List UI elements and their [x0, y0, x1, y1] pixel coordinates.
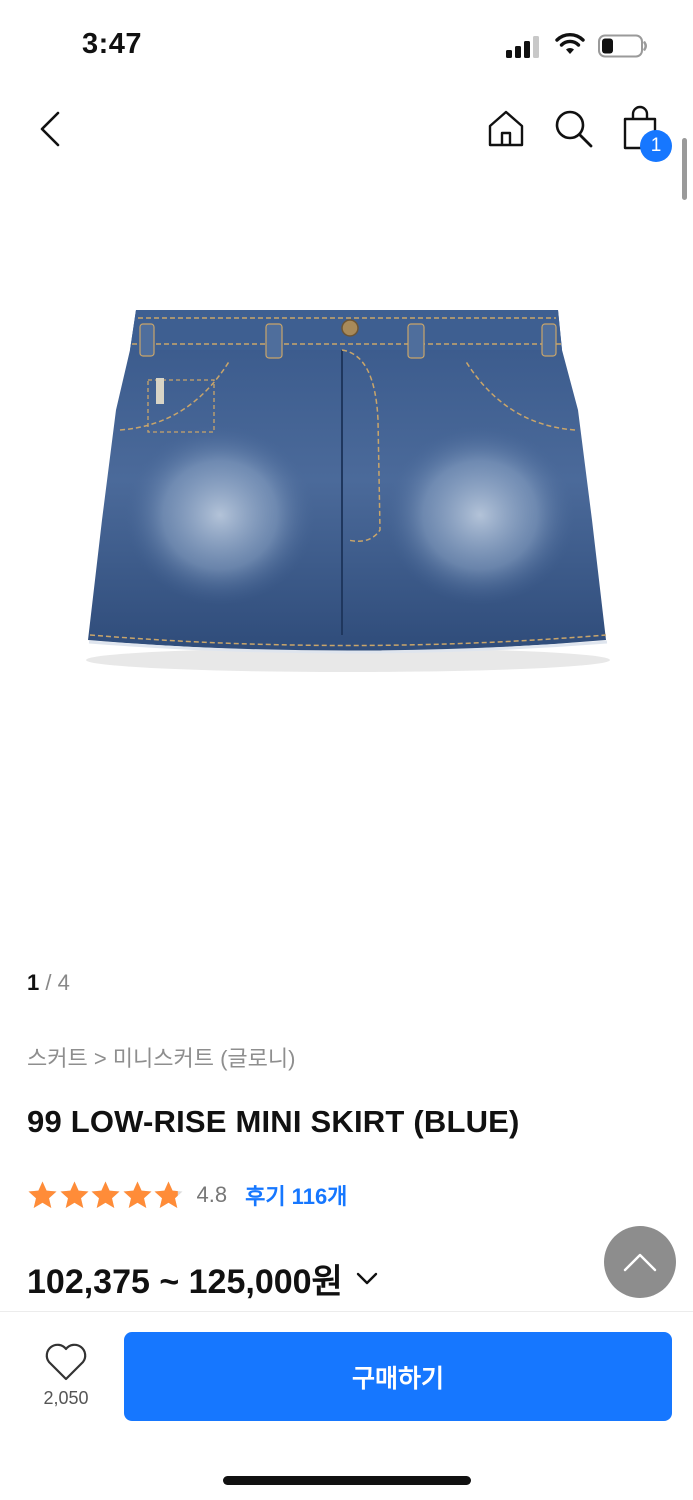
star-icon — [28, 1181, 57, 1208]
product-image-carousel[interactable] — [0, 200, 693, 960]
image-counter-separator: / — [39, 970, 58, 995]
scrollbar[interactable] — [682, 138, 687, 200]
cart-button[interactable]: 1 — [618, 103, 678, 163]
price-range: 102,375 ~ 125,000원 — [27, 1263, 343, 1301]
product-image — [86, 310, 610, 672]
breadcrumb[interactable]: 스커트 > 미니스커트 (글로니) — [27, 1041, 295, 1073]
cellular-signal-icon — [506, 34, 544, 58]
product-title: 99 LOW-RISE MINI SKIRT (BLUE) — [27, 1104, 520, 1139]
buy-button[interactable]: 구매하기 — [124, 1332, 672, 1421]
cart-count-badge: 1 — [640, 130, 672, 162]
chevron-down-icon[interactable] — [355, 1271, 379, 1287]
rating-stars — [27, 1180, 185, 1210]
top-nav: 1 — [0, 95, 693, 165]
image-counter-current: 1 — [27, 970, 40, 995]
scroll-to-top-button[interactable] — [604, 1226, 676, 1298]
search-icon[interactable] — [552, 107, 594, 149]
reviews-link[interactable]: 후기 116개 — [245, 1179, 347, 1211]
star-icon — [123, 1181, 151, 1208]
like-count: 2,050 — [43, 1388, 89, 1408]
like-button[interactable]: 2,050 — [22, 1342, 110, 1422]
price-row[interactable]: 102,375 ~ 125,000원 — [27, 1254, 379, 1303]
chevron-up-icon — [623, 1253, 657, 1272]
star-icon — [60, 1181, 88, 1208]
battery-icon — [598, 34, 647, 58]
rating-row: 4.8 후기 116개 — [27, 1178, 347, 1212]
status-time: 3:47 — [82, 28, 143, 60]
star-icon — [91, 1181, 120, 1208]
wifi-icon — [555, 33, 585, 54]
heart-icon — [45, 1343, 87, 1381]
star-icon — [154, 1181, 183, 1208]
rating-value: 4.8 — [196, 1182, 228, 1207]
image-counter-total: 4 — [57, 970, 70, 995]
image-counter: 1 / 4 — [27, 970, 70, 996]
product-page: 3:47 1 1 / 4 스커트 > 미니스커트 (글로니) 99 LOW-RI… — [0, 0, 693, 1500]
home-icon[interactable] — [486, 108, 526, 148]
status-bar: 3:47 — [0, 0, 693, 90]
home-indicator[interactable] — [223, 1476, 471, 1485]
bottom-action-bar: 2,050 구매하기 — [0, 1311, 693, 1500]
back-icon[interactable] — [34, 107, 66, 151]
